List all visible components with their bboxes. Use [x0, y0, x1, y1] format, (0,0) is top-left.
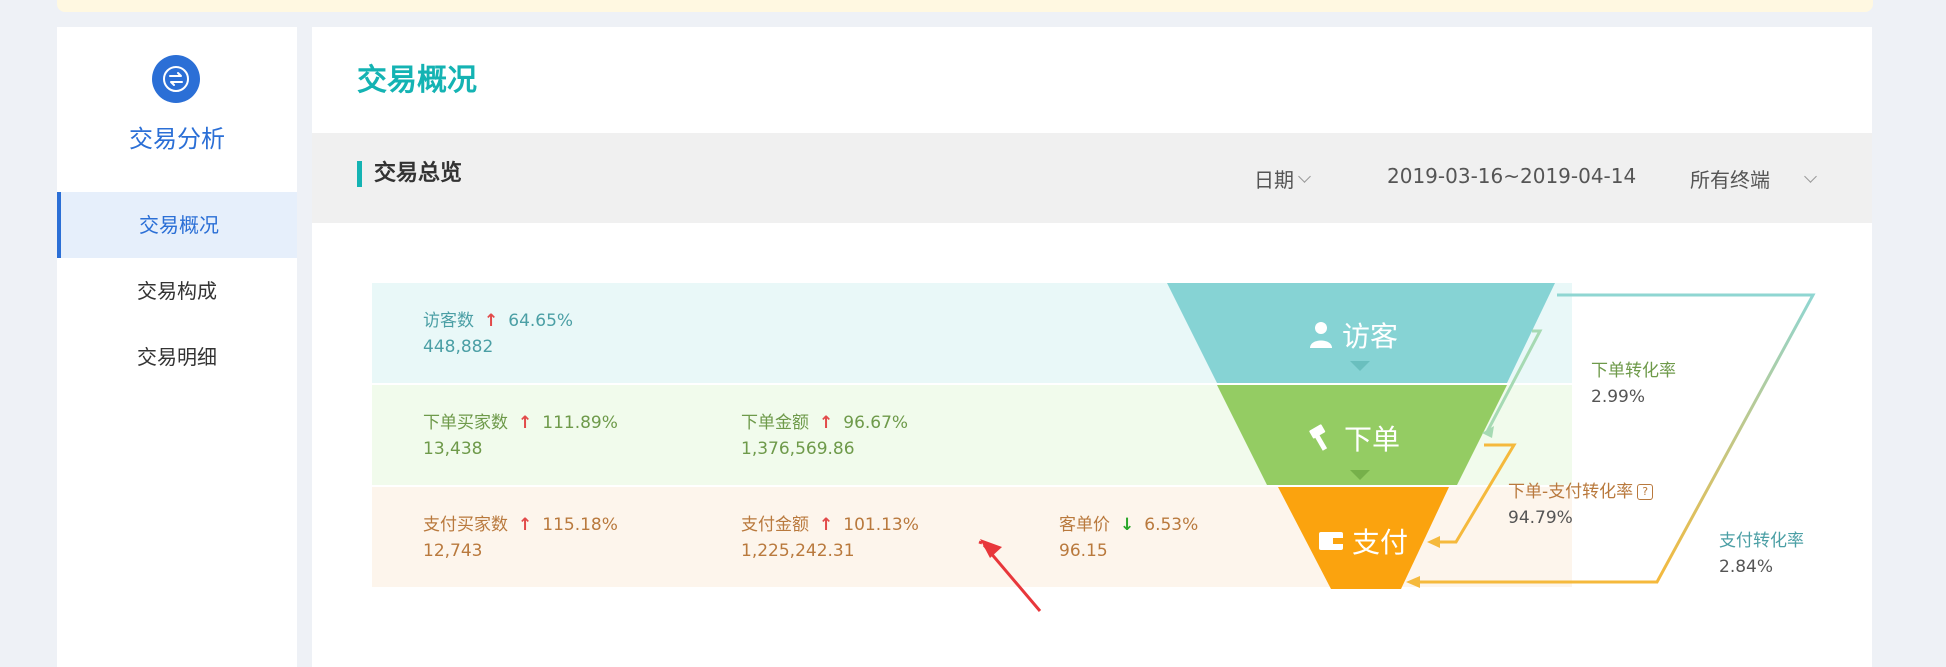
arrow-head	[1427, 536, 1440, 548]
rate-label: 支付转化率	[1719, 531, 1804, 551]
arrow-head	[1406, 576, 1420, 588]
rate-value: 2.99%	[1591, 387, 1646, 407]
sidebar-nav: 交易概况 交易构成 交易明细	[57, 192, 297, 390]
rate-label: 下单-支付转化率	[1508, 482, 1634, 502]
sidebar: 交易分析 交易概况 交易构成 交易明细	[57, 27, 297, 667]
rate-pay: 支付转化率 2.84%	[1719, 528, 1804, 580]
notice-bar	[57, 0, 1873, 12]
funnel-label-order: 下单	[1306, 418, 1400, 458]
rate-order-pay: 下单-支付转化率 ? 94.79%	[1508, 479, 1654, 531]
rate-label: 下单转化率	[1591, 361, 1676, 381]
funnel-label-pay: 支付	[1318, 521, 1408, 561]
sidebar-item-composition[interactable]: 交易构成	[57, 258, 297, 324]
annotation-arrow	[978, 540, 983, 545]
funnel-label-visitors: 访客	[1308, 315, 1398, 355]
funnel-stage-label: 下单	[1344, 423, 1401, 456]
help-icon[interactable]: ?	[1637, 484, 1654, 500]
wallet-icon	[1319, 532, 1343, 550]
funnel-stage-label: 访客	[1342, 320, 1399, 353]
sidebar-item-overview[interactable]: 交易概况	[57, 192, 297, 258]
main-panel: 交易概况 交易总览 日期 2019-03-16~2019-04-14 所有终端 …	[312, 27, 1872, 667]
rate-value: 2.84%	[1719, 557, 1774, 577]
user-icon	[1310, 322, 1332, 348]
annotation-arrow-head	[980, 539, 1002, 558]
hammer-icon	[1309, 424, 1328, 451]
rate-value: 94.79%	[1508, 508, 1573, 528]
rate-order: 下单转化率 2.99%	[1591, 358, 1676, 410]
sidebar-title: 交易分析	[129, 125, 225, 153]
funnel-chart	[978, 283, 1816, 612]
exchange-icon	[152, 55, 200, 103]
sidebar-item-details[interactable]: 交易明细	[57, 324, 297, 390]
funnel-stage-label: 支付	[1352, 526, 1409, 559]
